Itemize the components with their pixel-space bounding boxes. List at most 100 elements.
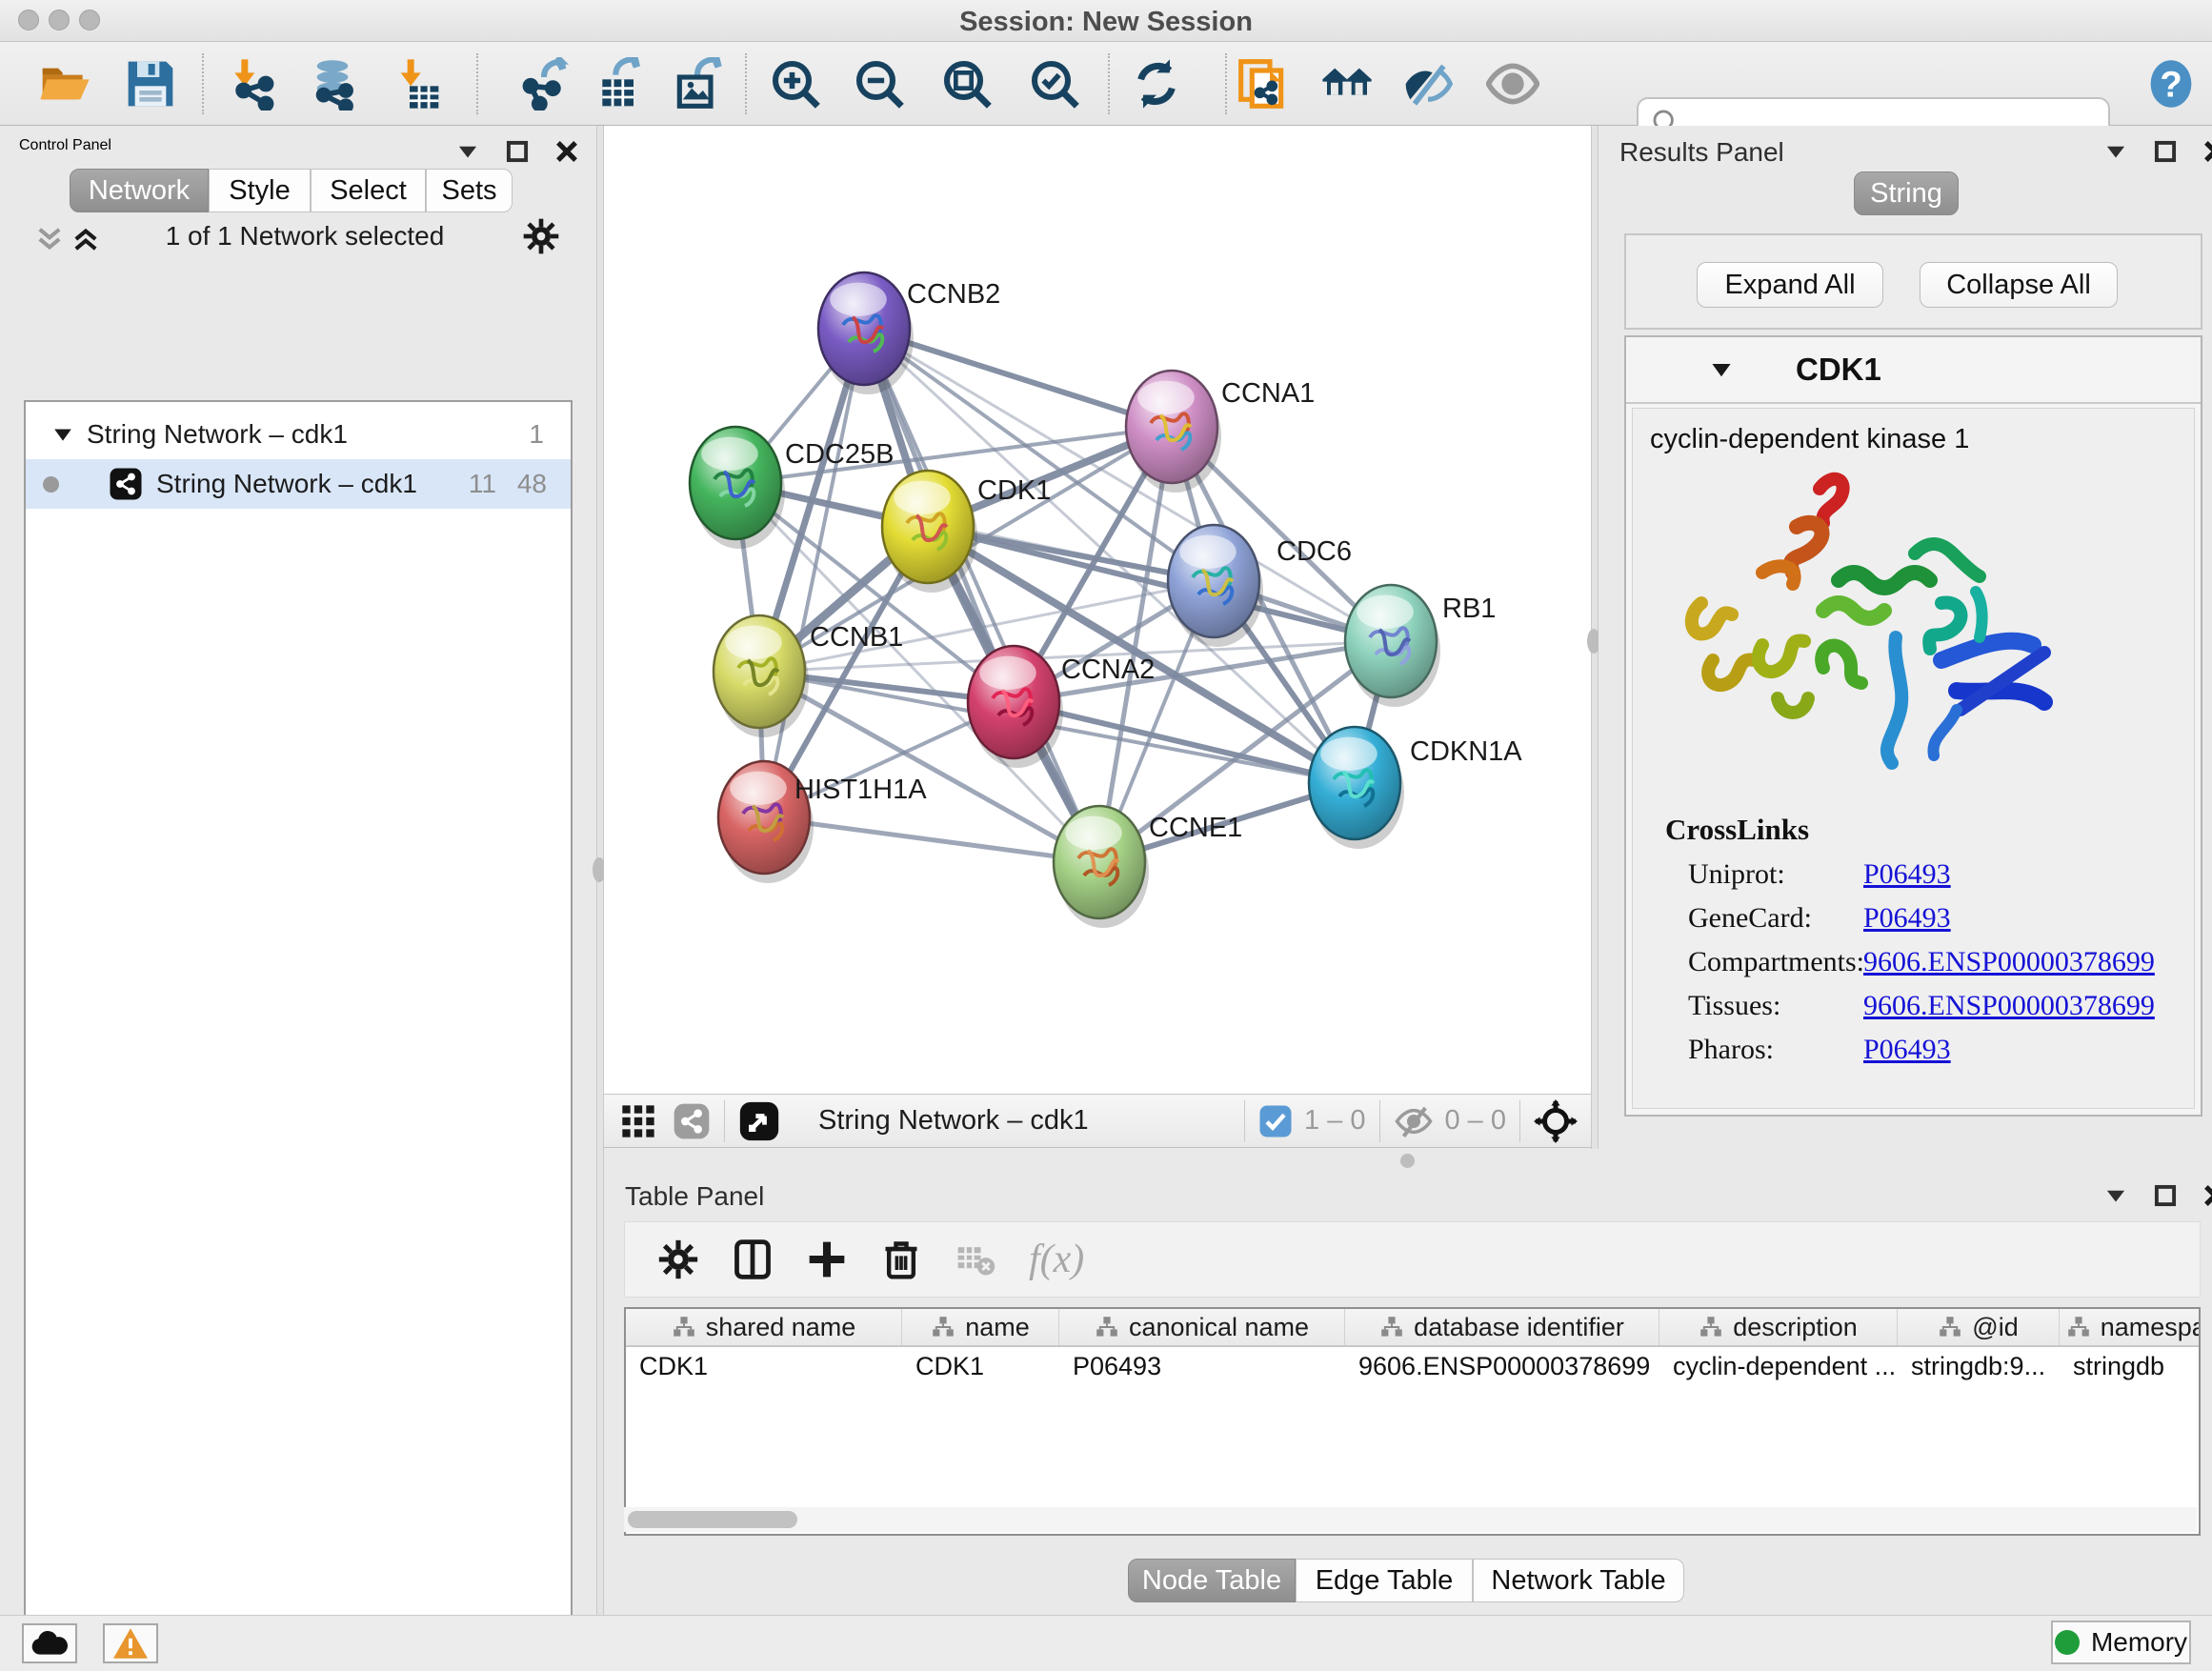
panel-close-icon[interactable] (2202, 1183, 2212, 1208)
export-image-button[interactable] (670, 55, 725, 112)
collapse-all-button[interactable]: Collapse All (1920, 262, 2118, 308)
expand-all-tree-icon[interactable] (69, 223, 103, 255)
panel-float-icon[interactable] (2153, 1183, 2178, 1208)
tab-network-label: Network (89, 175, 190, 207)
network-node-CCNE1[interactable]: CCNE1 (1054, 806, 1242, 928)
tab-style[interactable]: Style (209, 169, 311, 212)
crosslink-value-link[interactable]: 9606.ENSP00000378699 (1863, 990, 2155, 1034)
table-row[interactable]: CDK1CDK1P064939606.ENSP00000378699cyclin… (626, 1347, 2199, 1385)
panel-menu-icon[interactable] (2103, 139, 2128, 164)
import-network-database-button[interactable] (305, 55, 360, 112)
column-header-database-identifier[interactable]: database identifier (1345, 1309, 1659, 1345)
collapse-all-tree-icon[interactable] (32, 223, 67, 255)
tab-select[interactable]: Select (311, 169, 426, 212)
apply-layout-button[interactable] (1129, 55, 1184, 112)
open-file-button[interactable] (37, 55, 92, 112)
tab-edge-table-label: Edge Table (1316, 1565, 1454, 1597)
panel-close-icon[interactable] (2202, 139, 2212, 164)
column-header-canonical-name[interactable]: canonical name (1059, 1309, 1345, 1345)
network-node-CDKN1A[interactable]: CDKN1A (1309, 727, 1522, 849)
table-cell[interactable]: 9606.ENSP00000378699 (1345, 1352, 1659, 1381)
tab-string[interactable]: String (1854, 171, 1959, 215)
delete-table-icon-disabled[interactable] (955, 1238, 996, 1280)
panel-float-icon[interactable] (2153, 139, 2178, 164)
hidden-eye-slash-icon[interactable] (1394, 1101, 1434, 1141)
scrollbar-thumb[interactable] (628, 1511, 797, 1528)
import-network-file-button[interactable] (225, 55, 280, 112)
collection-expander-icon[interactable] (52, 424, 73, 445)
tab-sets[interactable]: Sets (426, 169, 513, 212)
table-cell[interactable]: stringdb (2060, 1352, 2201, 1381)
splitter-handle[interactable] (1400, 1154, 1415, 1168)
column-header-namespace[interactable]: namespace (2060, 1309, 2201, 1345)
selected-checkbox-icon[interactable] (1258, 1104, 1293, 1138)
cloud-status-button[interactable] (22, 1623, 77, 1663)
function-builder-icon-disabled[interactable]: f(x) (1029, 1237, 1084, 1282)
copy-network-icon (1237, 57, 1290, 111)
table-panel: Table Panel (604, 1172, 2212, 1615)
tab-network-table[interactable]: Network Table (1473, 1559, 1684, 1602)
column-header--id[interactable]: @id (1898, 1309, 2060, 1345)
grid-view-icon[interactable] (619, 1102, 657, 1140)
help-button[interactable]: ? (2143, 55, 2199, 112)
warnings-button[interactable] (103, 1623, 158, 1663)
birdseye-view-icon[interactable] (738, 1100, 780, 1142)
panel-menu-icon[interactable] (455, 139, 480, 164)
network-node-CDC25B[interactable]: CDC25B (690, 427, 894, 549)
network-node-CDC6[interactable]: CDC6 (1168, 525, 1352, 647)
table-cell[interactable]: CDK1 (902, 1352, 1059, 1381)
table-cell[interactable]: stringdb:9... (1898, 1352, 2060, 1381)
protein-expander-icon[interactable] (1710, 358, 1733, 381)
show-columns-icon[interactable] (732, 1238, 774, 1280)
expand-all-button[interactable]: Expand All (1697, 262, 1883, 308)
column-header-name[interactable]: name (902, 1309, 1059, 1345)
network-collection-row[interactable]: String Network – cdk1 1 (26, 410, 571, 459)
first-neighbors-button[interactable] (1319, 55, 1375, 112)
hide-selected-button[interactable] (1400, 55, 1456, 112)
network-canvas[interactable]: CCNB2CCNA1CDC25BCDK1CDC6RB1CCNB1CCNA2CDK… (604, 126, 1591, 1094)
table-cell[interactable]: cyclin-dependent ... (1659, 1352, 1898, 1381)
export-table-button[interactable] (593, 55, 648, 112)
zoom-fit-button[interactable] (939, 55, 995, 112)
column-header-shared-name[interactable]: shared name (626, 1309, 902, 1345)
table-cell[interactable]: P06493 (1059, 1352, 1345, 1381)
string-view-icon[interactable] (673, 1102, 711, 1140)
crosslink-value-link[interactable]: P06493 (1863, 1034, 1951, 1077)
zoom-in-button[interactable] (768, 55, 823, 112)
vertical-splitter-right[interactable] (1591, 126, 1599, 1172)
zoom-selected-button[interactable] (1027, 55, 1082, 112)
crosslink-value-link[interactable]: P06493 (1863, 902, 1951, 946)
network-edge[interactable] (764, 817, 1099, 862)
table-settings-gear-icon[interactable] (657, 1238, 699, 1280)
network-options-gear-icon[interactable] (522, 217, 560, 255)
network-node-CCNB2[interactable]: CCNB2 (818, 272, 1000, 394)
crosslink-value-link[interactable]: 9606.ENSP00000378699 (1863, 946, 2155, 990)
network-node-CDK1[interactable]: CDK1 (882, 471, 1051, 593)
zoom-out-button[interactable] (852, 55, 907, 112)
network-node-RB1[interactable]: RB1 (1345, 585, 1496, 707)
panel-close-icon[interactable] (554, 139, 579, 164)
tab-edge-table[interactable]: Edge Table (1296, 1559, 1473, 1602)
panel-menu-icon[interactable] (2103, 1183, 2128, 1208)
tab-node-table[interactable]: Node Table (1128, 1559, 1296, 1602)
tab-network[interactable]: Network (70, 169, 209, 212)
show-all-button[interactable] (1485, 55, 1540, 112)
export-network-button[interactable] (516, 55, 572, 112)
crosslink-value-link[interactable]: P06493 (1863, 858, 1951, 902)
column-header-description[interactable]: description (1659, 1309, 1898, 1345)
network-node-count: 11 (469, 469, 496, 499)
table-horizontal-scrollbar[interactable] (624, 1507, 2197, 1532)
add-column-icon[interactable] (806, 1238, 848, 1280)
network-node-HIST1H1A[interactable]: HIST1H1A (718, 761, 927, 883)
fit-selection-crosshair-icon[interactable] (1534, 1099, 1578, 1143)
import-table-file-button[interactable] (389, 55, 444, 112)
new-network-from-selection-button[interactable] (1236, 55, 1291, 112)
panel-float-icon[interactable] (505, 139, 530, 164)
protein-header-row[interactable]: CDK1 (1626, 337, 2201, 404)
network-row-selected[interactable]: String Network – cdk1 11 48 (26, 459, 571, 509)
save-session-button[interactable] (123, 55, 178, 112)
memory-button[interactable]: Memory (2051, 1621, 2191, 1664)
table-cell[interactable]: CDK1 (626, 1352, 902, 1381)
delete-column-trash-icon[interactable] (880, 1238, 922, 1280)
vertical-splitter-left[interactable] (596, 126, 604, 1615)
